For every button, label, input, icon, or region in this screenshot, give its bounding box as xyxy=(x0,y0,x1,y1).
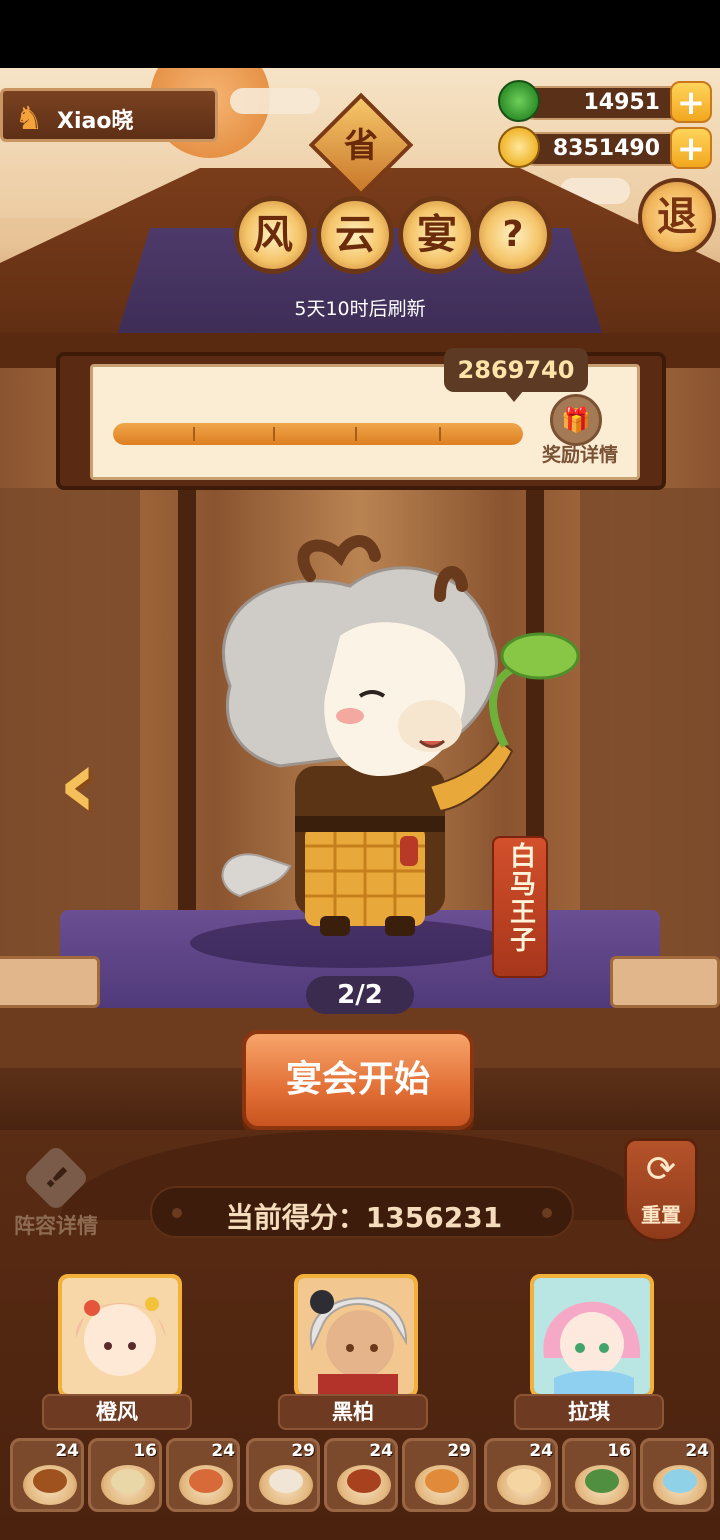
hero-portrait xyxy=(58,1274,182,1398)
reset-button[interactable]: ⟳ 重置 xyxy=(624,1138,698,1242)
jade-currency: 14951 + xyxy=(498,80,712,124)
side-table xyxy=(0,956,100,1008)
hero-portrait-image xyxy=(298,1278,414,1394)
dish-slot[interactable]: 24 xyxy=(640,1438,714,1512)
lineup-details-label: 阵容详情 xyxy=(14,1214,98,1238)
dish-food-icon xyxy=(347,1469,381,1493)
refresh-timer: 5天10时后刷新 xyxy=(294,298,426,320)
hero-name: 拉琪 xyxy=(514,1394,664,1430)
dish-slot[interactable]: 24 xyxy=(166,1438,240,1512)
province-badge-label: 省 xyxy=(344,126,378,166)
dish-food-icon xyxy=(663,1469,697,1493)
help-button[interactable]: ? xyxy=(474,196,552,274)
hero-card[interactable]: 拉琪 xyxy=(514,1274,664,1430)
dish-count: 16 xyxy=(133,1441,157,1461)
dish-count: 16 xyxy=(607,1441,631,1461)
dish-count: 24 xyxy=(529,1441,553,1461)
jade-value: 14951 xyxy=(583,90,660,115)
dish-food-icon xyxy=(111,1469,145,1493)
banquet-scene: ♞ Xiao晓 14951 + 8351490 + 退 省 风 云 宴 ? 5天… xyxy=(0,68,720,1540)
progress-tick xyxy=(355,427,357,441)
status-bar xyxy=(0,0,720,68)
character-name-banner: 白马王子 xyxy=(492,836,548,978)
hero-card[interactable]: 橙风 xyxy=(42,1274,192,1430)
player-avatar-icon: ♞ xyxy=(14,99,44,137)
dish-slot[interactable]: 16 xyxy=(562,1438,636,1512)
gift-icon[interactable]: 🎁 xyxy=(550,394,602,446)
progress-fill xyxy=(113,423,523,445)
dish-count: 29 xyxy=(291,1441,315,1461)
dish-count: 29 xyxy=(447,1441,471,1461)
pillar xyxy=(178,488,196,968)
cloud-decoration xyxy=(230,88,320,114)
exit-button[interactable]: 退 xyxy=(638,178,716,256)
current-score-bar: 当前得分：1356231 xyxy=(150,1186,574,1238)
player-name: Xiao晓 xyxy=(57,109,134,134)
goal-score-bubble: 2869740 xyxy=(444,348,588,392)
add-gold-button[interactable]: + xyxy=(670,127,712,169)
goal-bubble-arrow xyxy=(504,390,524,402)
dish-slot[interactable]: 24 xyxy=(324,1438,398,1512)
dish-slot[interactable]: 24 xyxy=(484,1438,558,1512)
dish-slot[interactable]: 29 xyxy=(246,1438,320,1512)
progress-track xyxy=(113,423,523,445)
hero-portrait-image xyxy=(62,1278,178,1394)
lineup-details-button[interactable]: ! 阵容详情 xyxy=(4,1144,108,1240)
hero-portrait xyxy=(530,1274,654,1398)
gold-currency: 8351490 + xyxy=(498,126,712,170)
previous-character-button[interactable]: ‹ xyxy=(58,736,128,836)
title-char-3: 宴 xyxy=(398,196,476,274)
dish-food-icon xyxy=(269,1469,303,1493)
player-tag[interactable]: ♞ Xiao晓 xyxy=(0,88,218,142)
refresh-icon: ⟳ xyxy=(645,1149,677,1190)
page-indicator: 2/2 xyxy=(306,976,414,1014)
exclamation-icon: ! xyxy=(22,1144,90,1212)
progress-tick xyxy=(273,427,275,441)
title-char-1: 风 xyxy=(234,196,312,274)
hero-card[interactable]: 黑柏 xyxy=(278,1274,428,1430)
dish-food-icon xyxy=(33,1469,67,1493)
hero-name: 黑柏 xyxy=(278,1394,428,1430)
dish-food-icon xyxy=(507,1469,541,1493)
progress-tick xyxy=(439,427,441,441)
dish-slot[interactable]: 16 xyxy=(88,1438,162,1512)
hero-name: 橙风 xyxy=(42,1394,192,1430)
dish-food-icon xyxy=(425,1469,459,1493)
dish-food-icon xyxy=(585,1469,619,1493)
progress-tick xyxy=(193,427,195,441)
jade-coin-icon xyxy=(498,80,540,122)
start-banquet-button[interactable]: 宴会开始 xyxy=(242,1030,474,1130)
hero-portrait-image xyxy=(534,1278,650,1394)
side-table xyxy=(610,956,720,1008)
hero-portrait xyxy=(294,1274,418,1398)
character-name: 白马王子 xyxy=(505,842,536,954)
dish-count: 24 xyxy=(685,1441,709,1461)
dish-slot[interactable]: 29 xyxy=(402,1438,476,1512)
current-score: 当前得分：1356231 xyxy=(225,1201,503,1234)
gold-coin-icon xyxy=(498,126,540,168)
dish-food-icon xyxy=(189,1469,223,1493)
add-jade-button[interactable]: + xyxy=(670,81,712,123)
dish-slot[interactable]: 24 xyxy=(10,1438,84,1512)
dish-count: 24 xyxy=(211,1441,235,1461)
dish-count: 24 xyxy=(369,1441,393,1461)
title-char-2: 云 xyxy=(316,196,394,274)
reward-details-label[interactable]: 奖励详情 xyxy=(532,440,628,467)
gold-value: 8351490 xyxy=(552,136,660,161)
reset-label: 重置 xyxy=(641,1203,681,1227)
dish-count: 24 xyxy=(55,1441,79,1461)
